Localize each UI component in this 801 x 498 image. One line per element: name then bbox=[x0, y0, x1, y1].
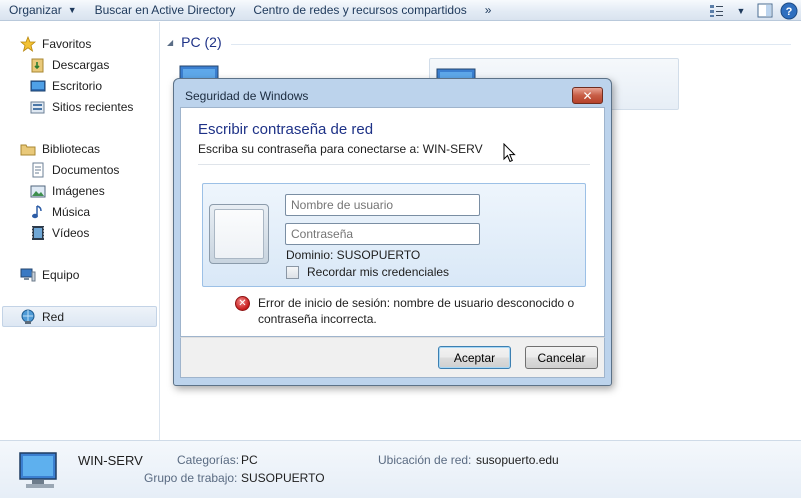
star-icon bbox=[20, 35, 36, 52]
organize-label: Organizar bbox=[9, 3, 62, 17]
nav-downloads[interactable]: Descargas bbox=[30, 54, 109, 75]
folder-icon bbox=[30, 57, 46, 73]
collapse-icon: ◢ bbox=[167, 37, 174, 47]
search-ad-button[interactable]: Buscar en Active Directory bbox=[86, 0, 245, 21]
document-icon bbox=[30, 162, 46, 178]
user-avatar bbox=[209, 204, 269, 264]
nav-music[interactable]: Música bbox=[30, 201, 90, 222]
chevron-down-icon: ▼ bbox=[67, 5, 77, 15]
ok-button[interactable]: Aceptar bbox=[438, 346, 511, 369]
dialog-heading: Escribir contraseña de red bbox=[198, 121, 374, 138]
location-value: susopuerto.edu bbox=[476, 453, 559, 467]
navigation-pane: Favoritos Descargas Escritorio Sitios re… bbox=[0, 22, 160, 440]
cancel-button[interactable]: Cancelar bbox=[525, 346, 598, 369]
categories-value: PC bbox=[241, 453, 258, 467]
remember-credentials[interactable]: Recordar mis credenciales bbox=[286, 265, 449, 279]
nav-documents[interactable]: Documentos bbox=[30, 159, 119, 180]
nav-favorites[interactable]: Favoritos bbox=[20, 33, 91, 54]
desktop-icon bbox=[30, 78, 46, 94]
remember-checkbox[interactable] bbox=[286, 265, 299, 279]
location-label: Ubicación de red: bbox=[378, 453, 472, 467]
password-input[interactable] bbox=[285, 223, 480, 245]
dialog-subtitle: Escriba su contraseña para conectarse a:… bbox=[198, 142, 483, 156]
group-header-pc[interactable]: ◢ PC (2) bbox=[167, 34, 222, 50]
nav-videos-label: Vídeos bbox=[52, 225, 90, 240]
workgroup-value: SUSOPUERTO bbox=[241, 471, 325, 485]
workgroup-label: Grupo de trabajo: bbox=[144, 471, 238, 485]
nav-libraries-label: Bibliotecas bbox=[42, 141, 101, 156]
nav-music-label: Música bbox=[52, 204, 91, 219]
close-icon: ✕ bbox=[582, 88, 593, 103]
details-name: WIN-SERV bbox=[78, 453, 143, 468]
nav-images-label: Imágenes bbox=[52, 183, 105, 198]
details-pane: WIN-SERV Categorías: PC Grupo de trabajo… bbox=[0, 440, 801, 498]
help-icon[interactable]: ? bbox=[777, 0, 801, 21]
cursor-icon bbox=[503, 143, 516, 163]
domain-label: Dominio: SUSOPUERTO bbox=[286, 248, 421, 262]
nav-recent-label: Sitios recientes bbox=[52, 99, 134, 114]
network-icon bbox=[20, 309, 36, 325]
svg-text:?: ? bbox=[786, 6, 793, 18]
cancel-label: Cancelar bbox=[537, 350, 586, 365]
error-icon: ✕ bbox=[235, 296, 250, 311]
network-center-label: Centro de redes y recursos compartidos bbox=[253, 3, 467, 17]
recent-places-icon bbox=[30, 99, 46, 115]
error-message: ✕ Error de inicio de sesión: nombre de u… bbox=[235, 295, 588, 327]
ok-label: Aceptar bbox=[453, 350, 496, 365]
computer-icon bbox=[20, 267, 36, 283]
organize-menu[interactable]: Organizar ▼ bbox=[0, 0, 86, 21]
nav-videos[interactable]: Vídeos bbox=[30, 222, 89, 243]
username-input[interactable] bbox=[285, 194, 480, 216]
close-button[interactable]: ✕ bbox=[572, 87, 603, 104]
view-dropdown-icon[interactable]: ▼ bbox=[729, 0, 753, 21]
nav-desktop-label: Escritorio bbox=[52, 78, 103, 93]
windows-security-dialog: Seguridad de Windows ✕ Escribir contrase… bbox=[173, 78, 612, 386]
nav-favorites-label: Favoritos bbox=[42, 36, 92, 51]
categories-label: Categorías: bbox=[177, 453, 240, 467]
nav-network[interactable]: Red bbox=[2, 306, 157, 327]
error-text: Error de inicio de sesión: nombre de usu… bbox=[258, 296, 575, 326]
dialog-footer: Aceptar Cancelar bbox=[180, 337, 605, 378]
dialog-body: Escribir contraseña de red Escriba su co… bbox=[180, 107, 605, 337]
network-center-button[interactable]: Centro de redes y recursos compartidos bbox=[244, 0, 475, 21]
dialog-separator bbox=[198, 164, 590, 165]
preview-pane-icon[interactable] bbox=[753, 0, 777, 21]
group-divider bbox=[231, 44, 791, 45]
nav-downloads-label: Descargas bbox=[52, 57, 110, 72]
music-icon bbox=[30, 204, 46, 220]
nav-computer[interactable]: Equipo bbox=[20, 264, 79, 285]
pc-icon bbox=[19, 452, 57, 488]
library-icon bbox=[20, 141, 36, 157]
more-label: » bbox=[484, 3, 492, 17]
nav-recent[interactable]: Sitios recientes bbox=[30, 96, 133, 117]
nav-computer-label: Equipo bbox=[42, 267, 80, 282]
remember-label: Recordar mis credenciales bbox=[307, 265, 450, 279]
nav-network-label: Red bbox=[42, 309, 65, 324]
image-icon bbox=[30, 183, 46, 199]
nav-images[interactable]: Imágenes bbox=[30, 180, 105, 201]
nav-desktop[interactable]: Escritorio bbox=[30, 75, 102, 96]
view-options-icon[interactable] bbox=[705, 0, 729, 21]
video-icon bbox=[30, 225, 46, 241]
command-bar: Organizar ▼ Buscar en Active Directory C… bbox=[0, 0, 801, 21]
more-commands-button[interactable]: » bbox=[476, 0, 501, 21]
dialog-title: Seguridad de Windows bbox=[185, 89, 309, 103]
group-title: PC (2) bbox=[181, 34, 222, 50]
nav-libraries[interactable]: Bibliotecas bbox=[20, 138, 100, 159]
nav-documents-label: Documentos bbox=[52, 162, 120, 177]
credential-tile[interactable]: Dominio: SUSOPUERTO Recordar mis credenc… bbox=[202, 183, 586, 287]
search-ad-label: Buscar en Active Directory bbox=[94, 3, 236, 17]
